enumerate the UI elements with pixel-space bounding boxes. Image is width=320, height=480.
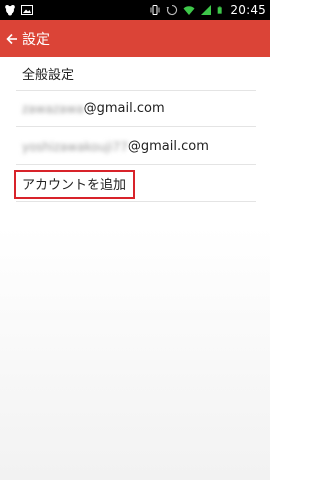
wifi-icon bbox=[183, 6, 195, 15]
account-domain: @gmail.com bbox=[83, 101, 165, 116]
signal-icon bbox=[201, 5, 212, 15]
app-bar: 設定 bbox=[0, 20, 270, 57]
account-name-masked: yoshizawakouji77 bbox=[22, 139, 128, 154]
status-clock: 20:45 bbox=[230, 3, 266, 17]
general-settings-label: 全般設定 bbox=[22, 68, 75, 83]
sync-icon bbox=[167, 4, 178, 16]
arrow-left-icon bbox=[6, 33, 17, 44]
account-name-masked: zawazawa bbox=[22, 101, 84, 116]
account-domain: @gmail.com bbox=[127, 139, 209, 154]
notification-app-icon bbox=[5, 5, 15, 16]
settings-list: 全般設定 zawazawa @gmail.com yoshizawakouji77… bbox=[0, 57, 270, 480]
battery-icon bbox=[218, 6, 223, 14]
image-icon bbox=[21, 5, 33, 15]
status-bar-left bbox=[4, 4, 33, 16]
add-account-item[interactable]: アカウントを追加 bbox=[16, 166, 256, 202]
add-account-label: アカウントを追加 bbox=[22, 178, 127, 193]
account-item[interactable]: yoshizawakouji77 @gmail.com bbox=[16, 129, 256, 165]
vibrate-icon bbox=[151, 5, 160, 15]
back-button[interactable] bbox=[4, 20, 20, 57]
account-item[interactable]: zawazawa @gmail.com bbox=[16, 91, 256, 127]
status-bar: 20:45 bbox=[0, 0, 270, 20]
general-settings-item[interactable]: 全般設定 bbox=[16, 57, 256, 91]
status-bar-right: 20:45 bbox=[149, 3, 266, 17]
page-title: 設定 bbox=[22, 31, 50, 48]
